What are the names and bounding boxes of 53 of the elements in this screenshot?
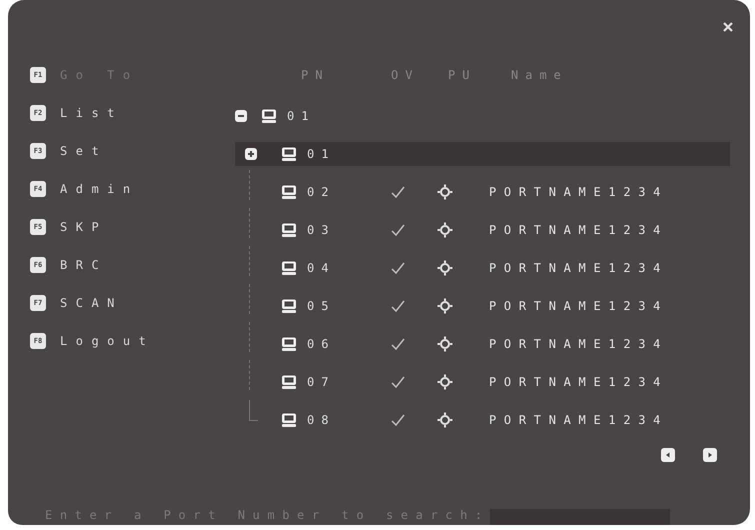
port-name: PORTNAME1234 [489, 337, 668, 351]
menu-item[interactable]: List [60, 106, 123, 120]
monitor-icon [281, 299, 297, 313]
port-name: PORTNAME1234 [489, 261, 668, 275]
port-number: 01 [287, 109, 316, 123]
monitor-icon [261, 109, 277, 123]
monitor-icon [281, 375, 297, 389]
port-name: PORTNAME1234 [489, 299, 668, 313]
menu-item[interactable]: SCAN [60, 296, 123, 310]
toggle-button[interactable] [245, 148, 257, 160]
right-triangle-icon [706, 451, 714, 459]
menu-item[interactable]: Logout [60, 334, 154, 348]
column-header: PN [301, 68, 330, 82]
toggle-button[interactable] [235, 110, 247, 122]
column-header: Name [511, 68, 568, 82]
tree-guide-line [249, 400, 258, 421]
menu-item[interactable]: SKP [60, 220, 108, 234]
tree-guide-line [249, 284, 250, 314]
monitor-icon [281, 147, 297, 161]
left-triangle-icon [664, 451, 672, 459]
port-number: 04 [307, 261, 336, 275]
monitor-icon [281, 261, 297, 275]
next-page-button[interactable] [703, 448, 717, 462]
menu-item[interactable]: Admin [60, 182, 139, 196]
port-name: PORTNAME1234 [489, 185, 668, 199]
port-name: PORTNAME1234 [489, 413, 668, 427]
tree-guide-line [249, 208, 250, 238]
port-name: PORTNAME1234 [489, 223, 668, 237]
port-number: 01 [307, 147, 336, 161]
tree-guide-line [249, 246, 250, 276]
close-icon[interactable] [722, 21, 734, 33]
column-header: OV [391, 68, 420, 82]
port-number: 05 [307, 299, 336, 313]
menu-item[interactable]: Set [60, 144, 108, 158]
port-number: 02 [307, 185, 336, 199]
port-number: 06 [307, 337, 336, 351]
port-number: 08 [307, 413, 336, 427]
column-header: PU [448, 68, 478, 82]
tree-guide-line [249, 360, 250, 390]
monitor-icon [281, 413, 297, 427]
menu-item[interactable]: BRC [60, 258, 108, 272]
tree-guide-line [249, 322, 250, 352]
port-search-field[interactable] [490, 509, 670, 525]
selected-row-highlight[interactable]: 01 [235, 142, 730, 166]
monitor-icon [281, 185, 297, 199]
tree-guide-line [249, 170, 250, 200]
monitor-icon [281, 337, 297, 351]
previous-page-button[interactable] [661, 448, 675, 462]
port-number: 07 [307, 375, 336, 389]
plus-icon [246, 149, 256, 159]
port-name: PORTNAME1234 [489, 375, 668, 389]
monitor-icon [281, 223, 297, 237]
port-number: 03 [307, 223, 336, 237]
